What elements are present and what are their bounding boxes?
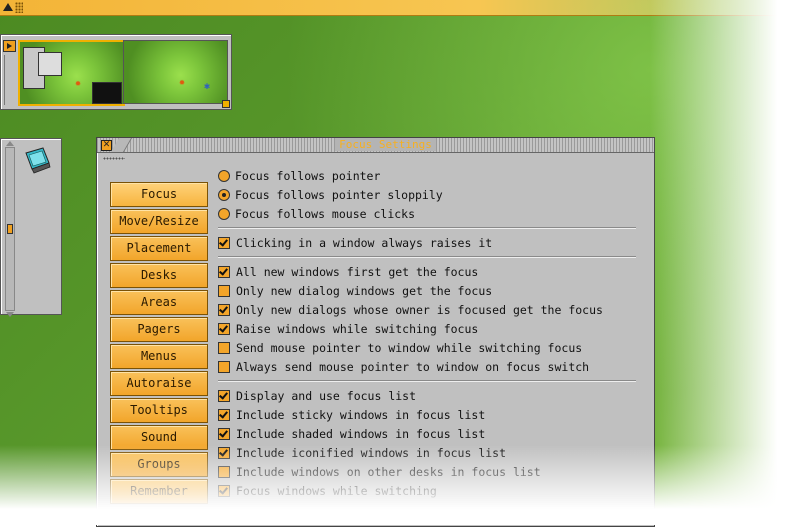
checkbox-option[interactable]: Raise windows while switching focus [218, 319, 638, 338]
separator [218, 227, 636, 229]
checkbox-option[interactable]: Include windows on other desks in focus … [218, 462, 638, 481]
radio-button[interactable] [218, 188, 230, 201]
checkbox[interactable] [218, 427, 230, 440]
checkbox-option[interactable]: Always send mouse pointer to window on f… [218, 357, 638, 376]
scroll-down-arrow-icon[interactable] [6, 312, 14, 317]
dock-scroll-knob[interactable] [7, 224, 13, 234]
monitor-icon[interactable] [23, 145, 53, 175]
tab-sound[interactable]: Sound [110, 425, 208, 450]
radio-option[interactable]: Focus follows pointer [218, 166, 638, 185]
option-label: Always send mouse pointer to window on f… [236, 359, 590, 374]
radio-button[interactable] [218, 169, 230, 182]
option-label: Include iconified windows in focus list [236, 445, 507, 460]
checkbox[interactable] [218, 341, 230, 354]
top-shelf [0, 0, 800, 16]
desktop-pager: ✹ ✹ ✱ [0, 34, 232, 110]
pager-desk-2[interactable]: ✹ ✱ [123, 40, 228, 104]
option-label: Only new dialogs whose owner is focused … [236, 302, 603, 317]
window-titlebar[interactable]: ✕ Focus Settings [97, 138, 654, 153]
option-label: Include sticky windows in focus list [236, 407, 486, 422]
checkbox[interactable] [218, 408, 230, 421]
checkbox[interactable] [218, 484, 230, 497]
separator [218, 256, 636, 258]
checkbox[interactable] [218, 284, 230, 297]
shelf-grip-handle[interactable] [15, 2, 23, 13]
option-label: Clicking in a window always raises it [236, 235, 493, 250]
dock-scrollbar[interactable] [5, 141, 15, 317]
checkbox[interactable] [218, 265, 230, 278]
option-label: Send mouse pointer to window while switc… [236, 340, 583, 355]
checkbox-option[interactable]: All new windows first get the focus [218, 262, 638, 281]
tab-desks[interactable]: Desks [110, 263, 208, 288]
option-label: Include windows on other desks in focus … [236, 464, 541, 479]
option-label: Focus windows while switching [236, 483, 437, 498]
checkbox-option[interactable]: Display and use focus list [218, 386, 638, 405]
option-label: All new windows first get the focus [236, 264, 479, 279]
option-label: Include shaded windows in focus list [236, 426, 486, 441]
radio-option[interactable]: Focus follows pointer sloppily [218, 185, 638, 204]
focus-settings-window: ✕ Focus Settings Focus Move/Resize Place… [96, 137, 655, 527]
icon-dock [0, 138, 62, 317]
scroll-up-arrow-icon[interactable] [6, 141, 14, 146]
checkbox[interactable] [218, 236, 230, 249]
checkbox-option[interactable]: Only new dialogs whose owner is focused … [218, 300, 638, 319]
checkbox-option[interactable]: Only new dialog windows get the focus [218, 281, 638, 300]
tab-tooltips[interactable]: Tooltips [110, 398, 208, 423]
checkbox-option[interactable]: Include iconified windows in focus list [218, 443, 638, 462]
checkbox-option[interactable]: Clicking in a window always raises it [218, 233, 638, 252]
pager-resize-handle[interactable] [222, 100, 230, 108]
checkbox[interactable] [218, 446, 230, 459]
mini-desk-figure-icon: ✱ [204, 81, 211, 92]
tab-pagers[interactable]: Pagers [110, 317, 208, 342]
settings-tab-list: Focus Move/Resize Placement Desks Areas … [110, 182, 208, 506]
checkbox[interactable] [218, 303, 230, 316]
checkbox[interactable] [218, 389, 230, 402]
tab-menus[interactable]: Menus [110, 344, 208, 369]
checkbox[interactable] [218, 360, 230, 373]
checkbox[interactable] [218, 465, 230, 478]
mini-desk-icon: ✹ [179, 77, 186, 88]
checkbox[interactable] [218, 322, 230, 335]
pager-desk-1[interactable]: ✹ [18, 40, 125, 106]
focus-options-panel: Focus follows pointer Focus follows poin… [218, 166, 638, 500]
tab-autoraise[interactable]: Autoraise [110, 371, 208, 396]
option-label: Raise windows while switching focus [236, 321, 479, 336]
tab-move-resize[interactable]: Move/Resize [110, 209, 208, 234]
tab-areas[interactable]: Areas [110, 290, 208, 315]
checkbox-option[interactable]: Include shaded windows in focus list [218, 424, 638, 443]
mini-terminal [92, 82, 122, 104]
pager-menu-button[interactable] [3, 40, 16, 52]
mini-desk-icon: ✹ [75, 78, 82, 89]
tab-focus[interactable]: Focus [110, 182, 208, 207]
tab-remember[interactable]: Remember [110, 479, 208, 504]
radio-option[interactable]: Focus follows mouse clicks [218, 204, 638, 223]
tab-placement[interactable]: Placement [110, 236, 208, 261]
pager-side-rail [4, 55, 14, 105]
radio-button[interactable] [218, 207, 230, 220]
checkbox-option[interactable]: Focus windows while switching [218, 481, 638, 500]
option-label: Display and use focus list [236, 388, 417, 403]
option-label: Focus follows mouse clicks [235, 206, 416, 221]
option-label: Focus follows pointer sloppily [235, 187, 443, 202]
close-icon[interactable]: ✕ [101, 140, 112, 151]
option-label: Only new dialog windows get the focus [236, 283, 493, 298]
option-label: Focus follows pointer [235, 168, 381, 183]
window-grip-dots [103, 157, 125, 160]
window-title: Focus Settings [117, 138, 654, 152]
checkbox-option[interactable]: Include sticky windows in focus list [218, 405, 638, 424]
checkbox-option[interactable]: Send mouse pointer to window while switc… [218, 338, 638, 357]
separator [218, 380, 636, 382]
mini-window [38, 52, 62, 76]
tab-groups[interactable]: Groups [110, 452, 208, 477]
shelf-menu-triangle-icon[interactable] [3, 3, 13, 11]
